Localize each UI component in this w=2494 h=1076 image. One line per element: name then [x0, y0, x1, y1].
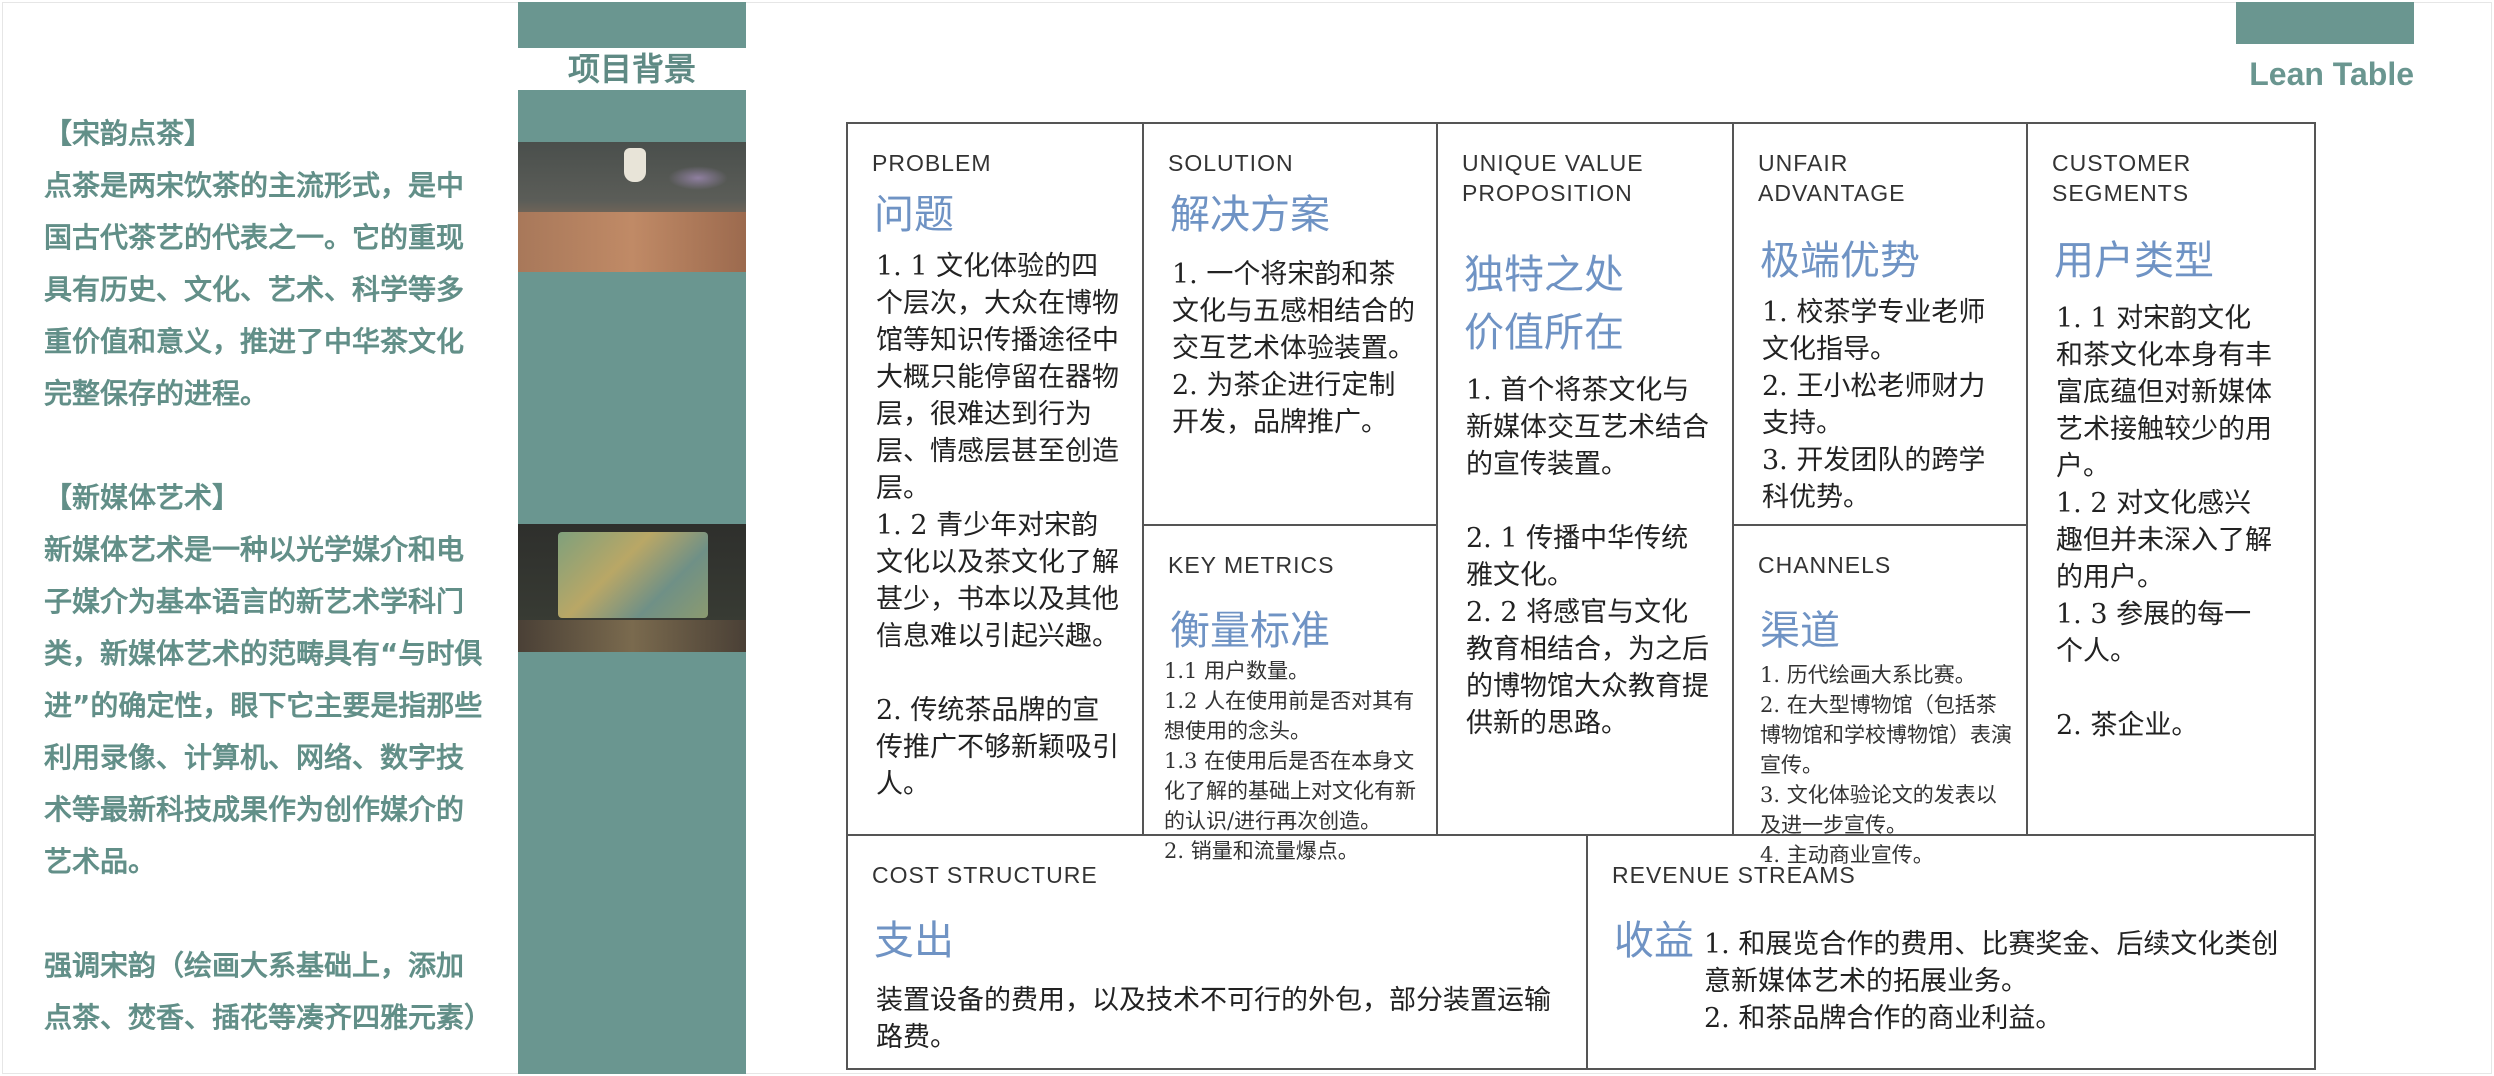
uvp-heading: UNIQUE VALUE PROPOSITION — [1462, 150, 1644, 206]
key-metrics-title: 衡量标准 — [1170, 608, 1330, 654]
cost-structure-heading: COST STRUCTURE — [872, 862, 1098, 888]
unfair-advantage-cell: UNFAIR ADVANTAGE 极端优势 1. 校茶学专业老师文化指导。 2.… — [1734, 124, 2028, 526]
problem-cell: PROBLEM 问题 1. 1 文化体验的四个层次，大众在博物馆等知识传播途径中… — [848, 124, 1144, 836]
lean-table-title: Lean Table — [2249, 56, 2414, 92]
solution-cell: SOLUTION 解决方案 1. 一个将宋韵和茶文化与五感相结合的交互艺术体验装… — [1144, 124, 1438, 526]
lean-table-bar — [2236, 2, 2414, 44]
tea-ceremony-photo — [518, 142, 746, 272]
channels-cell: CHANNELS 渠道 1. 历代绘画大系比赛。 2. 在大型博物馆（包括茶博物… — [1734, 526, 2028, 867]
problem-title: 问题 — [874, 192, 954, 238]
cost-structure-title: 支出 — [874, 918, 954, 964]
unfair-advantage-title: 极端优势 — [1760, 238, 1920, 284]
uvp-text: 1. 首个将茶文化与新媒体交互艺术结合的宣传装置。 2. 1 传播中华传统雅文化… — [1466, 375, 1709, 739]
channels-heading: CHANNELS — [1758, 552, 1892, 578]
customer-segments-cell: CUSTOMER SEGMENTS 用户类型 1. 1 对宋韵文化和茶文化本身有… — [2028, 124, 2314, 836]
uvp-title: 独特之处 价值所在 — [1464, 252, 1624, 356]
unfair-advantage-heading: UNFAIR ADVANTAGE — [1758, 150, 1906, 206]
problem-text: 1. 1 文化体验的四个层次，大众在博物馆等知识传播途径中大概只能停留在器物层，… — [876, 251, 1119, 800]
revenue-streams-title: 收益 — [1614, 918, 1694, 964]
customer-segments-text: 1. 1 对宋韵文化和茶文化本身有丰富底蕴但对新媒体艺术接触较少的用户。 1. … — [2056, 303, 2272, 741]
problem-heading: PROBLEM — [872, 150, 992, 176]
cost-structure-cell: COST STRUCTURE 支出 装置设备的费用，以及技术不可行的外包，部分装… — [848, 836, 1588, 1070]
key-metrics-text: 1.1 用户数量。 1.2 人在使用前是否对其有想使用的念头。 1.3 在使用后… — [1164, 659, 1416, 863]
strip-top-bar — [518, 2, 746, 48]
uvp-cell: UNIQUE VALUE PROPOSITION 独特之处 价值所在 1. 首个… — [1438, 124, 1734, 836]
cost-structure-text: 装置设备的费用，以及技术不可行的外包，部分装置运输路费。 — [876, 985, 1551, 1053]
customer-segments-title: 用户类型 — [2054, 238, 2214, 284]
solution-title: 解决方案 — [1170, 192, 1330, 238]
exhibition-photo — [518, 524, 746, 652]
revenue-streams-text: 1. 和展览合作的费用、比赛奖金、后续文化类创意新媒体艺术的拓展业务。 2. 和… — [1704, 929, 2279, 1034]
emphasis-paragraph: 强调宋韵（绘画大系基础上，添加点茶、焚香、插花等凑齐四雅元素） — [44, 949, 493, 1034]
unfair-advantage-text: 1. 校茶学专业老师文化指导。 2. 王小松老师财力支持。 3. 开发团队的跨学… — [1762, 297, 1986, 513]
revenue-streams-heading: REVENUE STREAMS — [1612, 862, 1856, 888]
new-media-paragraph: 【新媒体艺术】 新媒体艺术是一种以光学媒介和电子媒介为基本语言的新艺术学科门类，… — [44, 481, 483, 878]
solution-text: 1. 一个将宋韵和茶文化与五感相结合的交互艺术体验装置。 2. 为茶企进行定制开… — [1172, 259, 1415, 438]
song-tea-paragraph: 【宋韵点茶】 点茶是两宋饮茶的主流形式，是中国古代茶艺的代表之一。它的重现具有历… — [44, 117, 465, 410]
solution-heading: SOLUTION — [1168, 150, 1294, 176]
section-title: 项目背景 — [567, 50, 696, 88]
key-metrics-cell: KEY METRICS 衡量标准 1.1 用户数量。 1.2 人在使用前是否对其… — [1144, 526, 1438, 863]
customer-segments-heading: CUSTOMER SEGMENTS — [2052, 150, 2192, 206]
channels-title: 渠道 — [1760, 608, 1840, 654]
revenue-streams-cell: REVENUE STREAMS 收益 1. 和展览合作的费用、比赛奖金、后续文化… — [1588, 836, 2314, 1070]
key-metrics-heading: KEY METRICS — [1168, 552, 1335, 578]
lean-canvas: PROBLEM 问题 1. 1 文化体验的四个层次，大众在博物馆等知识传播途径中… — [846, 122, 2316, 1070]
background-text: 【宋韵点茶】 点茶是两宋饮茶的主流形式，是中国古代茶艺的代表之一。它的重现具有历… — [44, 108, 493, 1044]
